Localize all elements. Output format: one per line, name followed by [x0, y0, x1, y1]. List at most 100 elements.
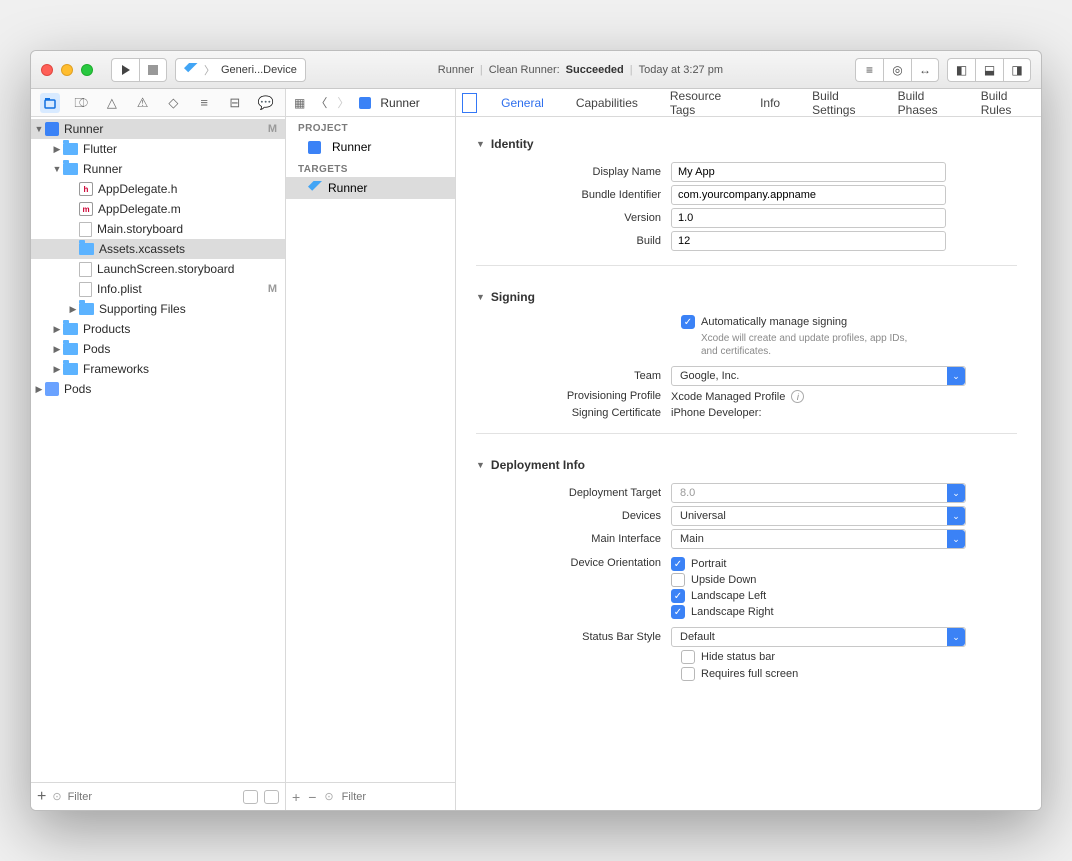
back-button[interactable]: 〈 — [315, 94, 327, 111]
display-name-label: Display Name — [476, 166, 671, 178]
info-icon[interactable]: i — [791, 390, 804, 403]
tab-info[interactable]: Info — [744, 89, 796, 116]
zoom-button[interactable] — [81, 64, 93, 76]
tree-item-label: Products — [83, 322, 130, 336]
bundle-id-label: Bundle Identifier — [476, 189, 671, 201]
tab-build-settings[interactable]: Build Settings — [796, 89, 882, 116]
hide-status-bar-checkbox[interactable] — [681, 650, 695, 664]
navigator-tabs: ⎄ △ ⚠ ◇ ≡ ⊟ 💬 — [31, 89, 285, 117]
main-interface-select[interactable]: Main⌄ — [671, 529, 966, 549]
assistant-editor-button[interactable]: ◎ — [883, 58, 911, 82]
signing-section-header[interactable]: ▼Signing — [476, 280, 1017, 312]
target-item[interactable]: Runner — [286, 177, 455, 199]
stop-button[interactable] — [139, 58, 167, 82]
requires-full-screen-checkbox[interactable] — [681, 667, 695, 681]
version-editor-button[interactable]: ↔ — [911, 58, 939, 82]
navigator-filter-input[interactable] — [68, 788, 237, 806]
scm-badge: M — [268, 123, 277, 135]
tree-item[interactable]: mAppDelegate.m — [31, 199, 285, 219]
report-navigator-tab[interactable]: 💬 — [256, 93, 276, 113]
tree-item-label: Main.storyboard — [97, 222, 183, 236]
window-controls — [41, 64, 93, 76]
toggle-right-panel-button[interactable]: ◨ — [1003, 58, 1031, 82]
build-label: Build — [476, 235, 671, 247]
minimize-button[interactable] — [61, 64, 73, 76]
tree-item[interactable]: Main.storyboard — [31, 219, 285, 239]
orientation-option-label: Landscape Left — [691, 590, 766, 602]
project-item[interactable]: Runner — [286, 136, 455, 158]
orientation-checkbox[interactable] — [671, 573, 685, 587]
tree-item[interactable]: ▶Products — [31, 319, 285, 339]
project-root[interactable]: ▼ Runner M — [31, 119, 285, 139]
project-navigator-tab[interactable] — [40, 93, 60, 113]
orientation-option-label: Landscape Right — [691, 606, 774, 618]
standard-editor-button[interactable]: ≡ — [855, 58, 883, 82]
tree-item-label: Frameworks — [83, 362, 149, 376]
general-settings-content[interactable]: ▼Identity Display Name Bundle Identifier… — [456, 117, 1041, 810]
related-items-icon[interactable]: ▦ — [294, 96, 305, 110]
recent-filter-icon[interactable] — [243, 790, 258, 804]
scheme-selector[interactable]: 〉 Generi...Device — [175, 58, 306, 82]
remove-target-button[interactable]: − — [308, 789, 316, 805]
orientation-checkbox[interactable]: ✓ — [671, 605, 685, 619]
tree-item[interactable]: ▶Pods — [31, 339, 285, 359]
build-input[interactable] — [671, 231, 946, 251]
status-bar-style-select[interactable]: Default⌄ — [671, 627, 966, 647]
tree-item[interactable]: hAppDelegate.h — [31, 179, 285, 199]
symbol-navigator-tab[interactable]: △ — [102, 93, 122, 113]
tree-item[interactable]: Assets.xcassets — [31, 239, 285, 259]
add-target-button[interactable]: + — [292, 789, 300, 805]
run-stop-group — [111, 58, 167, 82]
filter-icon: ⊙ — [52, 790, 61, 803]
run-button[interactable] — [111, 58, 139, 82]
tab-general[interactable]: General — [485, 89, 560, 116]
breadcrumb[interactable]: Runner — [359, 96, 419, 110]
debug-navigator-tab[interactable]: ⊟ — [225, 93, 245, 113]
close-button[interactable] — [41, 64, 53, 76]
tree-item-label: Pods — [83, 342, 110, 356]
deployment-section-header[interactable]: ▼Deployment Info — [476, 448, 1017, 480]
orientation-checkbox[interactable]: ✓ — [671, 589, 685, 603]
tree-item[interactable]: ▶Supporting Files — [31, 299, 285, 319]
tree-item[interactable]: LaunchScreen.storyboard — [31, 259, 285, 279]
team-select[interactable]: Google, Inc.⌄ — [671, 366, 966, 386]
status-app: Runner — [438, 64, 474, 76]
auto-signing-checkbox[interactable]: ✓ — [681, 315, 695, 329]
tree-item[interactable]: Info.plistM — [31, 279, 285, 299]
signing-cert-label: Signing Certificate — [476, 407, 671, 419]
orientation-checkbox[interactable]: ✓ — [671, 557, 685, 571]
tree-item[interactable]: ▼Runner — [31, 159, 285, 179]
test-navigator-tab[interactable]: ≡ — [194, 93, 214, 113]
tree-item-label: Runner — [83, 162, 122, 176]
toggle-target-list-button[interactable] — [462, 93, 477, 113]
display-name-input[interactable] — [671, 162, 946, 182]
file-tree[interactable]: ▼ Runner M ▶Flutter▼RunnerhAppDelegate.h… — [31, 117, 285, 782]
source-control-tab[interactable]: ⎄ — [71, 93, 91, 113]
devices-select[interactable]: Universal⌄ — [671, 506, 966, 526]
toggle-left-panel-button[interactable]: ◧ — [947, 58, 975, 82]
identity-section-header[interactable]: ▼Identity — [476, 127, 1017, 159]
forward-button[interactable]: 〉 — [337, 94, 349, 111]
tab-capabilities[interactable]: Capabilities — [560, 89, 654, 116]
tree-item[interactable]: ▶Flutter — [31, 139, 285, 159]
tree-item-label: AppDelegate.m — [98, 202, 181, 216]
find-navigator-tab[interactable]: ⚠ — [133, 93, 153, 113]
bundle-id-input[interactable] — [671, 185, 946, 205]
tree-item[interactable]: ▶Frameworks — [31, 359, 285, 379]
deployment-target-select[interactable]: 8.0⌄ — [671, 483, 966, 503]
pods-project[interactable]: ▶ Pods — [31, 379, 285, 399]
scm-filter-icon[interactable] — [264, 790, 279, 804]
tab-build-rules[interactable]: Build Rules — [965, 89, 1041, 116]
toggle-bottom-panel-button[interactable]: ⬓ — [975, 58, 1003, 82]
folder-icon — [79, 303, 94, 315]
issue-navigator-tab[interactable]: ◇ — [163, 93, 183, 113]
provisioning-value: Xcode Managed Profile — [671, 391, 785, 403]
version-input[interactable] — [671, 208, 946, 228]
orientation-option-label: Portrait — [691, 558, 726, 570]
add-button[interactable]: + — [37, 788, 46, 806]
chevron-down-icon: ⌄ — [947, 367, 965, 385]
status-task: Clean Runner: — [489, 64, 560, 76]
file-icon — [79, 262, 92, 277]
tab-resource-tags[interactable]: Resource Tags — [654, 89, 744, 116]
tab-build-phases[interactable]: Build Phases — [882, 89, 965, 116]
